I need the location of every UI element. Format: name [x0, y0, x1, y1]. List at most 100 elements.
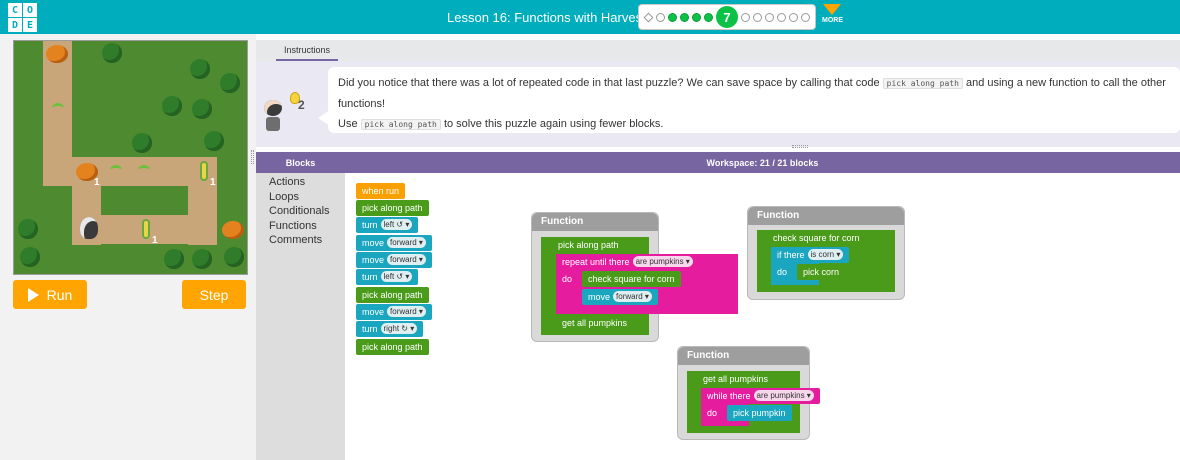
tree-icon: [102, 43, 122, 63]
condition-dropdown[interactable]: are pumpkins ▾: [632, 256, 693, 267]
turn-block[interactable]: turn left ↺ ▾: [356, 217, 419, 233]
level-dot[interactable]: [765, 12, 774, 22]
tab-instructions[interactable]: Instructions: [276, 40, 338, 61]
level-dot-completed[interactable]: [692, 12, 701, 22]
move-block[interactable]: move forward ▾: [356, 252, 432, 268]
instructions-text: to solve this puzzle again using fewer b…: [443, 118, 664, 130]
pick-along-path-block[interactable]: pick along path: [356, 200, 429, 216]
tree-icon: [190, 59, 210, 79]
blocks-header: Blocks: [256, 152, 345, 173]
level-dot[interactable]: [789, 12, 798, 22]
tree-icon: [224, 247, 244, 267]
instructions-text: Did you notice that there was a lot of r…: [338, 77, 880, 89]
function-title: Function: [532, 213, 658, 231]
run-label: Run: [46, 286, 73, 303]
pick-corn-block[interactable]: pick corn: [797, 264, 846, 280]
level-dot-completed[interactable]: [680, 12, 689, 22]
toolbox-category-functions[interactable]: Functions: [269, 219, 345, 234]
there-label: there: [730, 391, 751, 401]
crop-count: 1: [210, 177, 216, 188]
level-dot[interactable]: [801, 12, 810, 22]
pane-resize-handle[interactable]: [251, 150, 254, 164]
step-button[interactable]: Step: [182, 280, 246, 309]
toolbox-category-loops[interactable]: Loops: [269, 190, 345, 205]
there-label: there: [609, 257, 630, 267]
call-check-square-for-corn[interactable]: check square for corn: [582, 271, 681, 287]
sprout-icon: [52, 103, 64, 113]
function-name[interactable]: check square for corn: [767, 230, 866, 246]
pick-pumpkin-block[interactable]: pick pumpkin: [727, 405, 792, 421]
direction-dropdown[interactable]: right ↻ ▾: [380, 323, 418, 334]
lesson-title[interactable]: Lesson 16: Functions with Harvester: [447, 10, 657, 25]
move-block[interactable]: move forward ▾: [356, 235, 432, 251]
tree-icon: [204, 131, 224, 151]
if-label: if: [777, 250, 782, 260]
pick-along-path-block[interactable]: pick along path: [356, 339, 429, 355]
level-diamond[interactable]: [643, 12, 654, 22]
tree-icon: [132, 133, 152, 153]
top-header: C O D E Lesson 16: Functions with Harves…: [0, 0, 1180, 34]
while-block[interactable]: while there are pumpkins ▾: [701, 388, 820, 404]
toolbox-category-conditionals[interactable]: Conditionals: [269, 204, 345, 219]
instructions-header: [256, 40, 1180, 61]
direction-dropdown[interactable]: left ↺ ▾: [380, 219, 413, 230]
instructions-bubble: Did you notice that there was a lot of r…: [328, 67, 1180, 133]
instructions-resize-grip[interactable]: [792, 145, 808, 148]
move-block[interactable]: move forward ▾: [356, 304, 432, 320]
avatar-body: [266, 117, 280, 131]
logo-letter-o: O: [23, 3, 37, 17]
direction-dropdown[interactable]: forward ▾: [613, 291, 652, 302]
level-dot-completed[interactable]: [704, 12, 713, 22]
turn-label: turn: [362, 220, 378, 230]
if-block[interactable]: if there is corn ▾: [771, 247, 850, 263]
function-name[interactable]: pick along path: [552, 237, 625, 253]
tree-icon: [162, 96, 182, 116]
level-dot-completed[interactable]: [668, 12, 677, 22]
turn-block[interactable]: turn left ↺ ▾: [356, 269, 419, 285]
do-label: do: [556, 271, 579, 287]
there-label: there: [784, 250, 805, 260]
corn-icon: [200, 161, 208, 181]
move-block[interactable]: move forward ▾: [582, 289, 658, 305]
code-snippet: pick along path: [360, 119, 441, 130]
tree-icon: [164, 249, 184, 269]
when-run-block[interactable]: when run: [356, 183, 406, 199]
condition-dropdown[interactable]: is corn ▾: [807, 249, 844, 260]
level-dot[interactable]: [656, 12, 665, 22]
crop-count: 1: [152, 235, 158, 246]
direction-dropdown[interactable]: left ↺ ▾: [380, 271, 413, 282]
tree-icon: [220, 73, 240, 93]
pick-along-path-block[interactable]: pick along path: [356, 287, 429, 303]
level-dot[interactable]: [753, 12, 762, 22]
while-label: while: [707, 391, 728, 401]
function-title: Function: [678, 347, 809, 365]
level-dot[interactable]: [741, 12, 750, 22]
avatar-head: [264, 100, 282, 116]
logo-letter-d: D: [8, 18, 22, 32]
run-button[interactable]: Run: [13, 280, 87, 309]
toolbox-category-actions[interactable]: Actions: [269, 175, 345, 190]
direction-dropdown[interactable]: forward ▾: [387, 237, 426, 248]
call-get-all-pumpkins[interactable]: get all pumpkins: [556, 315, 634, 331]
direction-dropdown[interactable]: forward ▾: [387, 306, 426, 317]
instructions-text: Use: [338, 118, 358, 130]
do-label: do: [771, 264, 794, 280]
crop-count: 1: [94, 177, 100, 188]
turn-block[interactable]: turn right ↻ ▾: [356, 321, 424, 337]
more-button[interactable]: MORE: [822, 4, 843, 24]
workspace-header: Workspace: 21 / 21 blocks: [345, 152, 1180, 173]
do-label: do: [701, 405, 724, 421]
move-label: move: [588, 292, 611, 302]
more-label: MORE: [822, 17, 843, 24]
toolbox-category-comments[interactable]: Comments: [269, 233, 345, 248]
function-name[interactable]: get all pumpkins: [697, 371, 775, 387]
code-org-logo[interactable]: C O D E: [8, 3, 38, 32]
current-level[interactable]: 7: [716, 6, 738, 28]
logo-letter-c: C: [8, 3, 22, 17]
level-dot[interactable]: [777, 12, 786, 22]
repeat-until-block[interactable]: repeat until there are pumpkins ▾: [556, 254, 699, 270]
condition-dropdown[interactable]: are pumpkins ▾: [753, 390, 814, 401]
harvester-character: [80, 217, 98, 239]
direction-dropdown[interactable]: forward ▾: [387, 254, 426, 265]
hint-count: 2: [298, 98, 305, 112]
